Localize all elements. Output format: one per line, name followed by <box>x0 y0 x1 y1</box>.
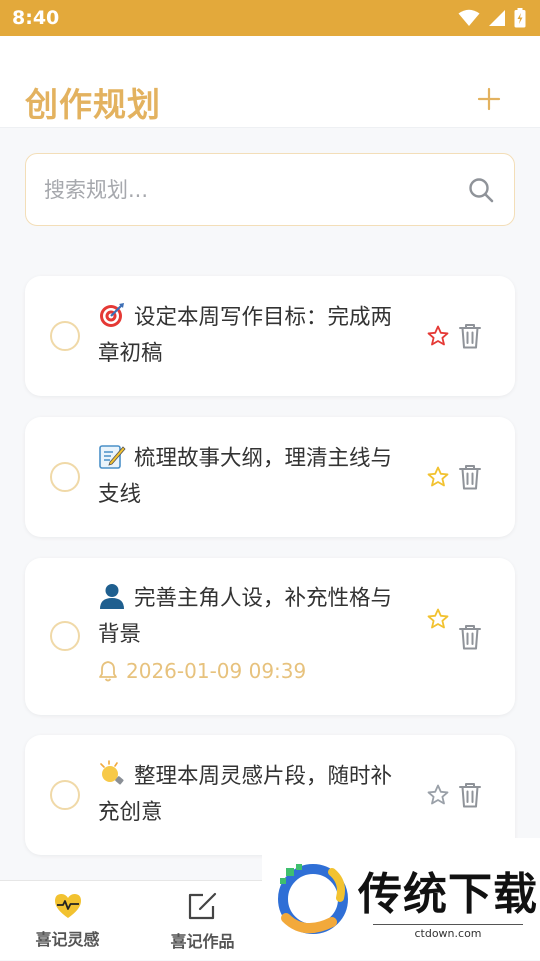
memo-icon <box>99 445 126 469</box>
plus-icon <box>477 87 501 111</box>
task-card[interactable]: 设定本周写作目标：完成两章初稿 <box>25 276 515 396</box>
star-button[interactable] <box>423 780 453 810</box>
complete-checkbox[interactable] <box>50 321 80 351</box>
brand-logo <box>278 864 348 934</box>
star-icon <box>427 608 449 629</box>
search-box <box>25 153 515 226</box>
edit-square-icon <box>188 892 216 920</box>
bell-icon <box>99 661 117 682</box>
add-button[interactable] <box>472 82 506 116</box>
lightbulb-icon <box>100 760 124 785</box>
complete-checkbox[interactable] <box>50 621 80 651</box>
delete-button[interactable] <box>455 780 485 810</box>
task-label: 设定本周写作目标：完成两章初稿 <box>98 305 393 366</box>
delete-button[interactable] <box>455 462 485 492</box>
star-icon <box>427 466 449 487</box>
task-text: 完善主角人设，补充性格与背景 <box>98 581 408 653</box>
search-icon[interactable] <box>466 175 496 205</box>
person-icon <box>100 584 124 609</box>
watermark: 传统下载 ctdown.com <box>262 838 540 960</box>
complete-checkbox[interactable] <box>50 780 80 810</box>
watermark-brand: 传统下载 <box>358 869 538 920</box>
status-time: 8:40 <box>12 7 60 29</box>
wifi-icon <box>458 9 480 26</box>
star-icon <box>427 784 449 805</box>
star-button[interactable] <box>423 462 453 492</box>
task-label: 梳理故事大纲，理清主线与支线 <box>98 446 393 507</box>
heart-pulse-icon <box>54 894 81 918</box>
task-card[interactable]: 整理本周灵感片段，随时补充创意 <box>25 735 515 855</box>
complete-checkbox[interactable] <box>50 462 80 492</box>
search-input[interactable] <box>44 177 466 202</box>
watermark-text: 传统下载 ctdown.com <box>358 858 538 940</box>
signal-icon <box>489 10 505 26</box>
delete-button[interactable] <box>455 321 485 351</box>
task-card[interactable]: 梳理故事大纲，理清主线与支线 <box>25 417 515 537</box>
task-label: 整理本周灵感片段，随时补充创意 <box>98 764 393 825</box>
task-text: 梳理故事大纲，理清主线与支线 <box>98 441 408 513</box>
star-button[interactable] <box>423 604 453 634</box>
task-text: 整理本周灵感片段，随时补充创意 <box>98 759 408 831</box>
task-text: 设定本周写作目标：完成两章初稿 <box>98 300 408 372</box>
status-bar: 8:40 <box>0 0 540 36</box>
page-title: 创作规划 <box>25 85 161 124</box>
header: 创作规划 <box>0 36 540 128</box>
trash-icon <box>459 625 481 650</box>
trash-icon <box>459 465 481 490</box>
star-button[interactable] <box>423 321 453 351</box>
reminder: 2026-01-09 09:39 <box>98 659 306 683</box>
nav-item-inspiration[interactable]: 喜记灵感 <box>0 881 135 961</box>
trash-icon <box>459 324 481 349</box>
task-card[interactable]: 完善主角人设，补充性格与背景 2026-01-09 09:39 <box>25 558 515 715</box>
star-icon <box>427 325 449 346</box>
nav-label: 喜记作品 <box>170 932 235 951</box>
nav-item-works[interactable]: 喜记作品 <box>135 881 270 961</box>
status-icons <box>458 8 526 28</box>
task-label: 完善主角人设，补充性格与背景 <box>98 586 393 647</box>
nav-label: 喜记灵感 <box>35 930 100 949</box>
target-icon <box>100 303 124 327</box>
battery-icon <box>514 8 526 28</box>
watermark-domain: ctdown.com <box>373 924 523 940</box>
trash-icon <box>459 783 481 808</box>
reminder-time: 2026-01-09 09:39 <box>126 659 307 683</box>
delete-button[interactable] <box>455 622 485 652</box>
